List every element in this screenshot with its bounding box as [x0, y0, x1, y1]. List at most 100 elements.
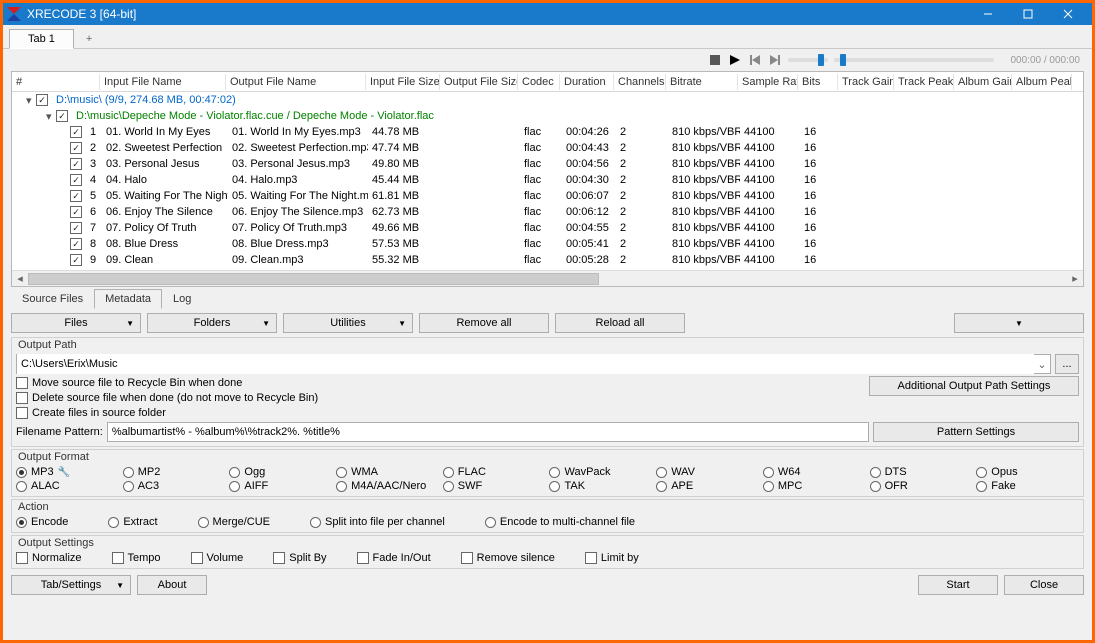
- tab-settings-dropdown[interactable]: Tab/Settings▼: [11, 575, 131, 595]
- format-opus[interactable]: Opus: [976, 466, 1079, 478]
- setting-tempo[interactable]: Tempo: [112, 552, 161, 564]
- wrench-icon[interactable]: 🔧: [58, 467, 70, 478]
- format-wav[interactable]: WAV: [656, 466, 759, 478]
- setting-checkbox[interactable]: [191, 552, 203, 564]
- format-radio[interactable]: [123, 467, 134, 478]
- setting-splitby[interactable]: Split By: [273, 552, 326, 564]
- format-radio[interactable]: [870, 467, 881, 478]
- format-wma[interactable]: WMA: [336, 466, 439, 478]
- action-radio[interactable]: [485, 517, 496, 528]
- row-checkbox[interactable]: ✓: [70, 174, 82, 186]
- format-m4aaacnero[interactable]: M4A/AAC/Nero: [336, 480, 439, 492]
- format-mp3[interactable]: MP3🔧: [16, 466, 119, 478]
- row-checkbox[interactable]: ✓: [70, 206, 82, 218]
- cue-checkbox[interactable]: ✓: [56, 110, 68, 122]
- folders-dropdown[interactable]: Folders▼: [147, 313, 277, 333]
- column-header[interactable]: Output File Name: [226, 74, 366, 90]
- tab-source-files[interactable]: Source Files: [11, 289, 94, 309]
- tab-metadata[interactable]: Metadata: [94, 289, 162, 309]
- table-row[interactable]: ✓404. Halo04. Halo.mp345.44 MBflac00:04:…: [12, 172, 1083, 188]
- setting-removesilence[interactable]: Remove silence: [461, 552, 555, 564]
- column-header[interactable]: Album Peak: [1012, 74, 1072, 90]
- format-ac3[interactable]: AC3: [123, 480, 226, 492]
- format-alac[interactable]: ALAC: [16, 480, 119, 492]
- setting-normalize[interactable]: Normalize: [16, 552, 82, 564]
- format-radio[interactable]: [443, 481, 454, 492]
- setting-limitby[interactable]: Limit by: [585, 552, 639, 564]
- format-radio[interactable]: [336, 467, 347, 478]
- setting-checkbox[interactable]: [273, 552, 285, 564]
- format-ogg[interactable]: Ogg: [229, 466, 332, 478]
- tab-1[interactable]: Tab 1: [9, 29, 74, 49]
- table-row[interactable]: ✓808. Blue Dress08. Blue Dress.mp357.53 …: [12, 236, 1083, 252]
- pattern-settings-button[interactable]: Pattern Settings: [873, 422, 1079, 442]
- column-header[interactable]: Album Gain: [954, 74, 1012, 90]
- format-radio[interactable]: [656, 467, 667, 478]
- pattern-input[interactable]: [107, 422, 869, 442]
- format-w64[interactable]: W64: [763, 466, 866, 478]
- table-row[interactable]: ✓909. Clean09. Clean.mp355.32 MBflac00:0…: [12, 252, 1083, 268]
- format-radio[interactable]: [123, 481, 134, 492]
- format-radio[interactable]: [229, 467, 240, 478]
- table-row[interactable]: ✓707. Policy Of Truth07. Policy Of Truth…: [12, 220, 1083, 236]
- format-radio[interactable]: [763, 481, 774, 492]
- action-radio[interactable]: [16, 517, 27, 528]
- format-radio[interactable]: [549, 467, 560, 478]
- parent-row-label[interactable]: D:\music\ (9/9, 274.68 MB, 00:47:02): [52, 94, 240, 106]
- column-header[interactable]: Output File Size: [440, 74, 518, 90]
- format-radio[interactable]: [870, 481, 881, 492]
- format-radio[interactable]: [549, 481, 560, 492]
- row-checkbox[interactable]: ✓: [70, 190, 82, 202]
- row-checkbox[interactable]: ✓: [70, 222, 82, 234]
- output-path-dropdown-icon[interactable]: ⌄: [1034, 358, 1050, 371]
- setting-volume[interactable]: Volume: [191, 552, 244, 564]
- column-header[interactable]: Channels: [614, 74, 666, 90]
- remove-all-button[interactable]: Remove all: [419, 313, 549, 333]
- format-mp2[interactable]: MP2: [123, 466, 226, 478]
- action-encodetomultichannelfile[interactable]: Encode to multi-channel file: [485, 516, 635, 528]
- column-header[interactable]: Input File Size: [366, 74, 440, 90]
- grid-hscrollbar[interactable]: ◂▸: [12, 270, 1083, 286]
- minimize-button[interactable]: [968, 3, 1008, 25]
- action-radio[interactable]: [198, 517, 209, 528]
- column-header[interactable]: #: [12, 74, 100, 90]
- table-row[interactable]: ✓303. Personal Jesus03. Personal Jesus.m…: [12, 156, 1083, 172]
- table-row[interactable]: ✓606. Enjoy The Silence06. Enjoy The Sil…: [12, 204, 1083, 220]
- column-header[interactable]: Sample Rate: [738, 74, 798, 90]
- delete-checkbox[interactable]: [16, 392, 28, 404]
- column-header[interactable]: Bits: [798, 74, 838, 90]
- action-mergecue[interactable]: Merge/CUE: [198, 516, 270, 528]
- row-checkbox[interactable]: ✓: [70, 142, 82, 154]
- cue-row-label[interactable]: D:\music\Depeche Mode - Violator.flac.cu…: [72, 110, 438, 122]
- browse-button[interactable]: ...: [1055, 354, 1079, 374]
- play-icon[interactable]: [728, 53, 742, 67]
- table-row[interactable]: ✓505. Waiting For The Night05. Waiting F…: [12, 188, 1083, 204]
- prev-icon[interactable]: [748, 53, 762, 67]
- row-checkbox[interactable]: ✓: [70, 126, 82, 138]
- table-row[interactable]: ✓101. World In My Eyes01. World In My Ey…: [12, 124, 1083, 140]
- action-radio[interactable]: [108, 517, 119, 528]
- format-aiff[interactable]: AIFF: [229, 480, 332, 492]
- format-radio[interactable]: [16, 467, 27, 478]
- seek-slider[interactable]: [834, 58, 994, 62]
- recycle-checkbox[interactable]: [16, 377, 28, 389]
- format-radio[interactable]: [656, 481, 667, 492]
- format-fake[interactable]: Fake: [976, 480, 1079, 492]
- format-dts[interactable]: DTS: [870, 466, 973, 478]
- format-radio[interactable]: [976, 467, 987, 478]
- format-radio[interactable]: [16, 481, 27, 492]
- column-header[interactable]: Codec: [518, 74, 560, 90]
- format-radio[interactable]: [976, 481, 987, 492]
- utilities-dropdown[interactable]: Utilities▼: [283, 313, 413, 333]
- column-header[interactable]: Track Peak: [894, 74, 954, 90]
- add-tab-button[interactable]: +: [76, 30, 102, 48]
- setting-checkbox[interactable]: [16, 552, 28, 564]
- table-row[interactable]: ✓202. Sweetest Perfection02. Sweetest Pe…: [12, 140, 1083, 156]
- collapse-toolbar-button[interactable]: ▼: [954, 313, 1084, 333]
- action-splitintofileperchannel[interactable]: Split into file per channel: [310, 516, 445, 528]
- stop-icon[interactable]: [708, 53, 722, 67]
- setting-checkbox[interactable]: [585, 552, 597, 564]
- format-flac[interactable]: FLAC: [443, 466, 546, 478]
- column-header[interactable]: Bitrate: [666, 74, 738, 90]
- setting-checkbox[interactable]: [357, 552, 369, 564]
